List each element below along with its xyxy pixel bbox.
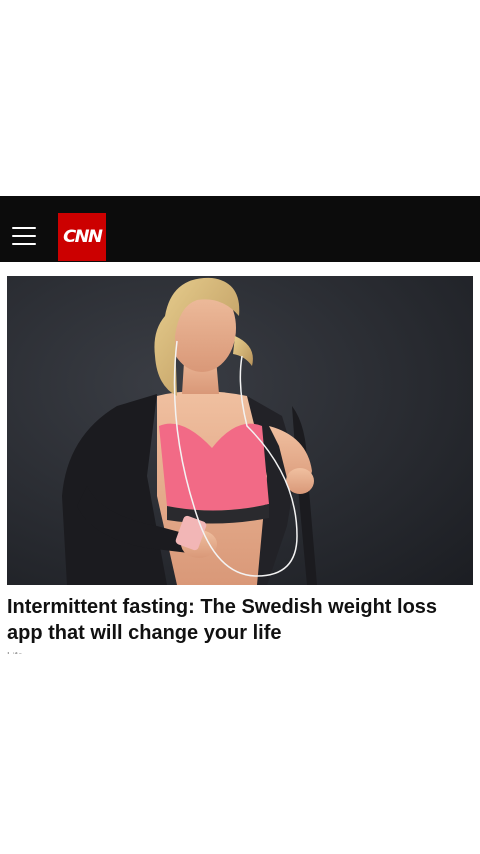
top-navigation-bar: CNN: [0, 196, 480, 262]
hamburger-menu-icon[interactable]: [12, 226, 37, 246]
article-hero-image[interactable]: [7, 276, 473, 585]
article-section-label[interactable]: Life: [7, 652, 47, 654]
cnn-logo-text: CNN: [62, 227, 103, 247]
article-headline[interactable]: Intermittent fasting: The Swedish weight…: [7, 594, 467, 646]
page: CNN Intermittent fasting: The Swedish we…: [0, 0, 480, 854]
cnn-logo[interactable]: CNN: [58, 213, 106, 261]
